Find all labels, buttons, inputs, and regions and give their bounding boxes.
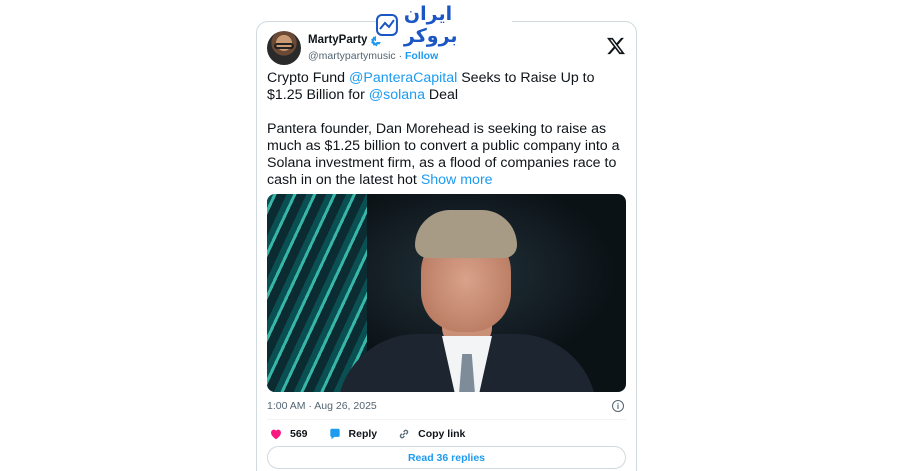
reply-label: Reply xyxy=(348,428,378,440)
link-icon xyxy=(399,429,409,439)
watermark: ایران بروکر xyxy=(376,3,512,47)
heart-icon xyxy=(271,429,281,440)
text-segment: Crypto Fund xyxy=(267,70,350,86)
text-segment: Deal xyxy=(424,87,459,103)
separator: · xyxy=(398,50,403,62)
follow-button[interactable]: Follow xyxy=(405,50,438,62)
x-logo-icon[interactable] xyxy=(606,36,626,56)
avatar[interactable] xyxy=(267,31,301,65)
tweet-paragraph-2: Pantera founder, Dan Morehead is seeking… xyxy=(267,121,629,189)
watermark-text: ایران بروکر xyxy=(403,3,458,47)
tweet-meta: 1:00 AM · Aug 26, 2025 i xyxy=(267,398,624,414)
tweet-card[interactable]: MartyParty @martypartymusic · Follow Cry… xyxy=(256,21,637,471)
like-button[interactable]: 569 xyxy=(269,427,308,441)
action-bar: 569 Reply Copy link xyxy=(269,425,465,443)
tweet-paragraph-1: Crypto Fund @PanteraCapital Seeks to Rai… xyxy=(267,70,629,104)
chart-trend-icon xyxy=(376,14,398,36)
author-name[interactable]: MartyParty xyxy=(308,32,367,48)
timestamp[interactable]: 1:00 AM · Aug 26, 2025 xyxy=(267,400,377,412)
read-replies-button[interactable]: Read 36 replies xyxy=(267,446,626,469)
reply-button[interactable]: Reply xyxy=(328,427,378,441)
info-icon[interactable]: i xyxy=(612,400,624,412)
likes-count: 569 xyxy=(290,428,308,440)
reply-icon xyxy=(329,428,340,440)
author-handle[interactable]: @martypartymusic xyxy=(308,50,396,62)
copy-link-label: Copy link xyxy=(418,428,466,440)
copy-link-button[interactable]: Copy link xyxy=(397,427,465,441)
show-more-link[interactable]: Show more xyxy=(421,172,493,188)
mention-solana[interactable]: @solana xyxy=(369,87,425,103)
tweet-text: Crypto Fund @PanteraCapital Seeks to Rai… xyxy=(267,70,629,206)
tweet-photo[interactable] xyxy=(267,194,626,392)
divider xyxy=(267,419,626,420)
mention-pantera[interactable]: @PanteraCapital xyxy=(349,70,457,86)
